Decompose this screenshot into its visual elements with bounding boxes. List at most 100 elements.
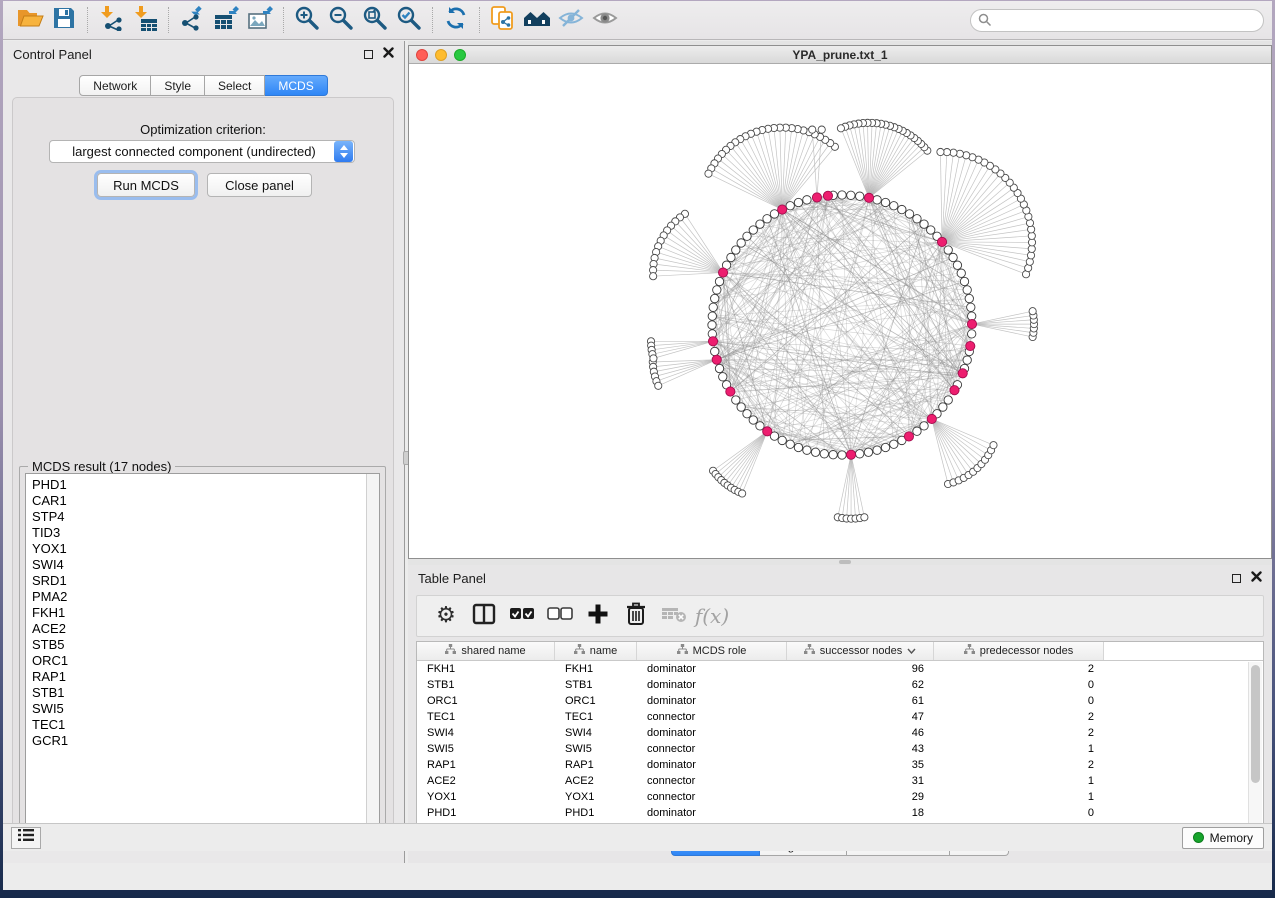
- export-network-button[interactable]: [175, 5, 209, 35]
- mcds-result-item[interactable]: ACE2: [32, 621, 379, 637]
- column-header-successor-nodes[interactable]: successor nodes: [787, 642, 934, 660]
- mcds-result-item[interactable]: ORC1: [32, 653, 379, 669]
- close-panel-icon[interactable]: [383, 45, 394, 63]
- table-scrollbar[interactable]: [1248, 662, 1262, 827]
- float-panel-icon[interactable]: [1232, 574, 1241, 583]
- table-row[interactable]: YOX1YOX1connector291: [417, 789, 1263, 805]
- search-field-wrap: [970, 9, 1264, 32]
- column-header-predecessor-nodes[interactable]: predecessor nodes: [934, 642, 1104, 660]
- tab-select[interactable]: Select: [205, 75, 265, 96]
- tab-mcds[interactable]: MCDS: [265, 75, 327, 96]
- table-row[interactable]: ACE2ACE2connector311: [417, 773, 1263, 789]
- mcds-result-item[interactable]: PHD1: [32, 477, 379, 493]
- column-header-name[interactable]: name: [555, 642, 637, 660]
- mcds-result-item[interactable]: FKH1: [32, 605, 379, 621]
- function-builder-button: f(x): [693, 599, 731, 633]
- plus-icon: [587, 603, 609, 630]
- export-table-button[interactable]: [209, 5, 243, 35]
- attribute-icon: [574, 644, 585, 658]
- import-network-button[interactable]: [94, 5, 128, 35]
- column-label: predecessor nodes: [980, 645, 1074, 657]
- select-all-button[interactable]: [503, 599, 541, 633]
- delete-column-button[interactable]: [617, 599, 655, 633]
- mcds-result-item[interactable]: STB1: [32, 685, 379, 701]
- mcds-result-item[interactable]: STP4: [32, 509, 379, 525]
- refresh-button[interactable]: [439, 5, 473, 35]
- network-window-title: YPA_prune.txt_1: [409, 48, 1271, 62]
- zoom-in-button[interactable]: [290, 5, 324, 35]
- network-canvas[interactable]: [409, 64, 1271, 558]
- mcds-result-item[interactable]: YOX1: [32, 541, 379, 557]
- memory-button[interactable]: Memory: [1182, 827, 1264, 849]
- mcds-result-item[interactable]: SRD1: [32, 573, 379, 589]
- node-table-header: shared namename MCDS role successor nodes p…: [417, 642, 1263, 661]
- save-session-button[interactable]: [47, 5, 81, 35]
- table-row[interactable]: STB1STB1dominator620: [417, 677, 1263, 693]
- table-row[interactable]: PHD1PHD1dominator180: [417, 805, 1263, 821]
- table-cell: 18: [787, 807, 934, 819]
- criterion-dropdown[interactable]: largest connected component (undirected): [49, 140, 355, 163]
- mcds-result-item[interactable]: SWI4: [32, 557, 379, 573]
- open-file-button[interactable]: [13, 5, 47, 35]
- table-cell: 35: [787, 759, 934, 771]
- mcds-result-item[interactable]: STB5: [32, 637, 379, 653]
- mcds-result-item[interactable]: SWI5: [32, 701, 379, 717]
- close-panel-button[interactable]: Close panel: [207, 173, 312, 197]
- mcds-result-list[interactable]: PHD1CAR1STP4TID3YOX1SWI4SRD1PMA2FKH1ACE2…: [26, 474, 379, 749]
- table-row[interactable]: SWI5SWI5connector431: [417, 741, 1263, 757]
- show-columns-button[interactable]: [465, 599, 503, 633]
- table-cell: STB1: [555, 679, 637, 691]
- column-header-shared-name[interactable]: shared name: [417, 642, 555, 660]
- tab-style[interactable]: Style: [151, 75, 205, 96]
- table-row[interactable]: TEC1TEC1connector472: [417, 709, 1263, 725]
- mcds-result-item[interactable]: TID3: [32, 525, 379, 541]
- scrollbar-thumb[interactable]: [1251, 665, 1260, 783]
- run-mcds-button[interactable]: Run MCDS: [97, 173, 195, 197]
- zoom-out-button[interactable]: [324, 5, 358, 35]
- export-image-button[interactable]: [243, 5, 277, 35]
- tab-network[interactable]: Network: [79, 75, 151, 96]
- mcds-list-scrollbar[interactable]: [366, 474, 379, 835]
- table-cell: 61: [787, 695, 934, 707]
- table-cell: PHD1: [555, 807, 637, 819]
- table-cell: dominator: [637, 759, 787, 771]
- table-options-button[interactable]: ⚙: [427, 599, 465, 633]
- mcds-result-item[interactable]: GCR1: [32, 733, 379, 749]
- close-panel-icon[interactable]: [1251, 569, 1262, 587]
- application-window: Control Panel NetworkStyleSelectMCDS Opt…: [3, 1, 1272, 890]
- table-cell: FKH1: [555, 663, 637, 675]
- import-table-button[interactable]: [128, 5, 162, 35]
- show-all-button[interactable]: [588, 5, 622, 35]
- table-cell: STB1: [417, 679, 555, 691]
- mcds-result-item[interactable]: CAR1: [32, 493, 379, 509]
- panel-menu-button[interactable]: [11, 827, 41, 849]
- add-column-button[interactable]: [579, 599, 617, 633]
- table-row[interactable]: FKH1FKH1dominator962: [417, 661, 1263, 677]
- column-label: MCDS role: [693, 645, 747, 657]
- column-header-MCDS-role[interactable]: MCDS role: [637, 642, 787, 660]
- table-cell: RAP1: [555, 759, 637, 771]
- table-row[interactable]: RAP1RAP1dominator352: [417, 757, 1263, 773]
- table-row[interactable]: ORC1ORC1dominator610: [417, 693, 1263, 709]
- splitter-grip[interactable]: [839, 560, 851, 564]
- hide-selected-button[interactable]: [554, 5, 588, 35]
- mcds-result-item[interactable]: PMA2: [32, 589, 379, 605]
- search-input[interactable]: [970, 9, 1264, 32]
- mcds-result-item[interactable]: TEC1: [32, 717, 379, 733]
- duplicate-network-button[interactable]: [486, 5, 520, 35]
- zoom-selected-button[interactable]: [392, 5, 426, 35]
- control-panel-titlebar: Control Panel: [3, 41, 404, 67]
- table-cell: connector: [637, 711, 787, 723]
- mcds-result-item[interactable]: RAP1: [32, 669, 379, 685]
- attribute-icon: [445, 644, 456, 658]
- table-cell: SWI4: [417, 727, 555, 739]
- float-panel-icon[interactable]: [364, 50, 373, 59]
- memory-label: Memory: [1210, 831, 1253, 845]
- zoom-fit-button[interactable]: [358, 5, 392, 35]
- first-neighbors-button[interactable]: [520, 5, 554, 35]
- deselect-all-button[interactable]: [541, 599, 579, 633]
- table-cell: 43: [787, 743, 934, 755]
- list-icon: [18, 828, 34, 847]
- table-cell: 2: [934, 711, 1104, 723]
- table-row[interactable]: SWI4SWI4dominator462: [417, 725, 1263, 741]
